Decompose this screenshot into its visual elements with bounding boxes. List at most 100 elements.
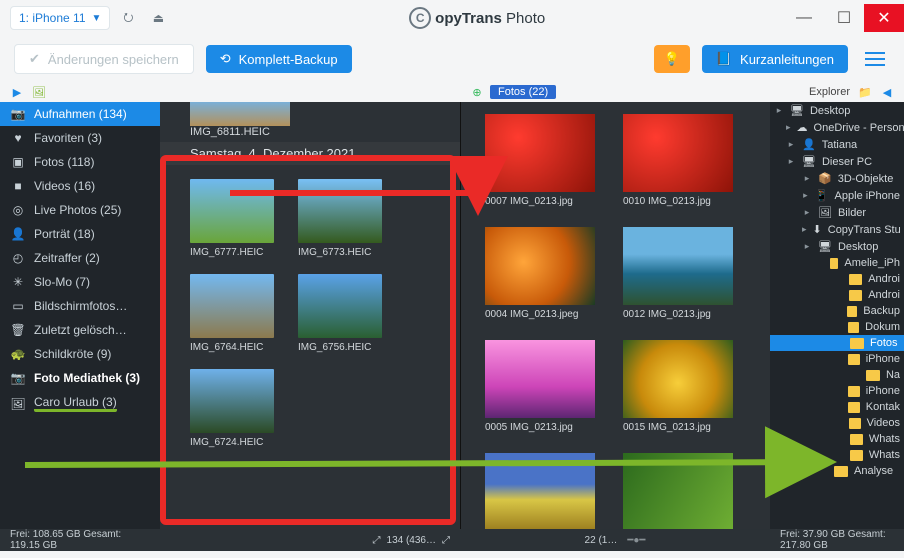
tree-node[interactable]: ▸📱Apple iPhone bbox=[770, 187, 904, 204]
device-photo-pane[interactable]: IMG_6811.HEIC Samstag, 4. Dezember 2021 … bbox=[160, 102, 460, 529]
photo-thumb[interactable]: IMG_6724.HEIC bbox=[190, 369, 274, 448]
photo-thumb[interactable]: 0007 IMG_0213.jpg bbox=[485, 114, 595, 207]
photo-thumb[interactable]: IMG_6764.HEIC bbox=[190, 274, 274, 353]
photo-thumb[interactable]: 0015 IMG_0213.jpg bbox=[623, 340, 733, 433]
sidebar-item[interactable]: ◴Zeitraffer (2) bbox=[0, 246, 160, 270]
tree-node-label: iPhone bbox=[866, 385, 900, 397]
maximize-button[interactable]: ☐ bbox=[824, 4, 864, 32]
photo-thumb[interactable]: 0010 IMG_0213.jpg bbox=[623, 114, 733, 207]
tree-node[interactable]: ▸☁OneDrive - Person bbox=[770, 119, 904, 136]
target-photo-pane[interactable]: 0007 IMG_0213.jpg 0010 IMG_0213.jpg 0004 I… bbox=[460, 102, 770, 529]
sidebar-item-label: Live Photos (25) bbox=[34, 203, 121, 217]
sidebar-item[interactable]: ▭Bildschirmfotos… bbox=[0, 294, 160, 318]
photo-thumb[interactable]: 0003 IMG_0213.jpg bbox=[485, 453, 595, 529]
tree-node[interactable]: iPhone bbox=[770, 351, 904, 367]
tree-twisty-icon[interactable]: ▸ bbox=[786, 139, 796, 150]
minimize-button[interactable]: — bbox=[784, 4, 824, 32]
tree-node-label: 3D-Objekte bbox=[838, 173, 894, 185]
explorer-tree[interactable]: ▸🖥Desktop▸☁OneDrive - Person▸👤Tatiana▸🖥D… bbox=[770, 102, 904, 529]
device-selector[interactable]: 1: iPhone 11 ▼ bbox=[10, 6, 110, 30]
thumb[interactable] bbox=[190, 102, 290, 126]
tree-node[interactable]: Videos bbox=[770, 415, 904, 431]
tree-node[interactable]: iPhone bbox=[770, 383, 904, 399]
full-backup-button[interactable]: ⟲ Komplett-Backup bbox=[206, 45, 352, 73]
tree-twisty-icon[interactable]: ▸ bbox=[802, 207, 812, 218]
sidebar-item[interactable]: 👤Porträt (18) bbox=[0, 222, 160, 246]
thumb-image bbox=[298, 179, 382, 243]
tree-node[interactable]: Kontak bbox=[770, 399, 904, 415]
hint-button[interactable]: 💡 bbox=[654, 45, 690, 73]
sidebar-item-label: Favoriten (3) bbox=[34, 131, 102, 145]
tree-node[interactable]: ▸⬇CopyTrans Stu bbox=[770, 221, 904, 238]
expand-icon[interactable]: ⤢ bbox=[373, 535, 381, 546]
tree-node[interactable]: Na bbox=[770, 367, 904, 383]
tree-node[interactable]: Whats bbox=[770, 447, 904, 463]
sidebar-icon: ▭ bbox=[10, 299, 26, 313]
sidebar-icon: ■ bbox=[10, 179, 26, 193]
tree-node-label: Videos bbox=[867, 417, 900, 429]
play-icon[interactable]: ▶ bbox=[10, 85, 24, 99]
tree-node[interactable]: Fotos bbox=[770, 335, 904, 351]
tree-twisty-icon[interactable]: ▸ bbox=[786, 156, 796, 167]
expand-icon[interactable]: ⤢ bbox=[442, 535, 450, 546]
status-selection: 22 (1… bbox=[585, 535, 618, 546]
sidebar-item[interactable]: 📷Foto Mediathek (3) bbox=[0, 366, 160, 390]
sidebar-icon: ◴ bbox=[10, 251, 26, 265]
tree-node[interactable]: ▸👤Tatiana bbox=[770, 136, 904, 153]
tree-node[interactable]: Dokum bbox=[770, 319, 904, 335]
photo-thumb[interactable]: 0012 IMG_0213.jpg bbox=[623, 227, 733, 320]
tree-node[interactable]: ▸🖥Desktop bbox=[770, 102, 904, 119]
tree-node[interactable]: Androi bbox=[770, 287, 904, 303]
thumb-label: 0012 IMG_0213.jpg bbox=[623, 309, 733, 320]
tree-node[interactable]: Androi bbox=[770, 271, 904, 287]
tree-twisty-icon[interactable]: ▸ bbox=[802, 224, 807, 235]
add-icon[interactable]: ⊕ bbox=[470, 85, 484, 99]
fotos-chip[interactable]: Fotos (22) bbox=[490, 85, 556, 99]
photo-thumb[interactable]: 0006 IMG_0213.jpg bbox=[623, 453, 733, 529]
tree-node[interactable]: Backup bbox=[770, 303, 904, 319]
tree-twisty-icon[interactable]: ▸ bbox=[802, 190, 809, 201]
thumb-image bbox=[190, 274, 274, 338]
sidebar-item[interactable]: 🗑Zuletzt gelösch… bbox=[0, 318, 160, 342]
collapse-panel-icon[interactable]: ◀ bbox=[880, 85, 894, 99]
sidebar[interactable]: 📷Aufnahmen (134)♥Favoriten (3)▣Fotos (11… bbox=[0, 102, 160, 529]
sidebar-icon: ✳ bbox=[10, 275, 26, 289]
tree-twisty-icon[interactable]: ▸ bbox=[786, 122, 791, 133]
picture-icon[interactable]: 🖼 bbox=[32, 85, 46, 99]
tree-node-label: Dokum bbox=[865, 321, 900, 333]
tree-node[interactable]: ▸🖥Desktop bbox=[770, 238, 904, 255]
photo-thumb[interactable]: 0004 IMG_0213.jpeg bbox=[485, 227, 595, 320]
header-strip: ▶ 🖼 ⊕ Fotos (22) Explorer 📁 ◀ bbox=[0, 82, 904, 102]
thumb-label: 0004 IMG_0213.jpeg bbox=[485, 309, 595, 320]
photo-thumb[interactable]: 0005 IMG_0213.jpg bbox=[485, 340, 595, 433]
tree-twisty-icon[interactable]: ▸ bbox=[774, 105, 784, 116]
photo-thumb[interactable]: IMG_6773.HEIC bbox=[298, 179, 382, 258]
photo-thumb[interactable]: IMG_6777.HEIC bbox=[190, 179, 274, 258]
eject-icon[interactable]: ⏏ bbox=[146, 6, 170, 30]
tree-node[interactable]: ▸📦3D-Objekte bbox=[770, 170, 904, 187]
refresh-icon[interactable]: ⭮ bbox=[116, 6, 140, 30]
thumb-image bbox=[485, 453, 595, 529]
sidebar-item[interactable]: ▣Fotos (118) bbox=[0, 150, 160, 174]
photo-thumb[interactable]: IMG_6756.HEIC bbox=[298, 274, 382, 353]
tree-node[interactable]: ▸🖥Dieser PC bbox=[770, 153, 904, 170]
sidebar-item[interactable]: ■Videos (16) bbox=[0, 174, 160, 198]
close-button[interactable]: ✕ bbox=[864, 4, 904, 32]
sidebar-item[interactable]: 🖼Caro Urlaub (3) bbox=[0, 390, 160, 417]
tree-node[interactable]: Analyse bbox=[770, 463, 904, 479]
menu-button[interactable] bbox=[860, 52, 890, 66]
tree-node[interactable]: Whats bbox=[770, 431, 904, 447]
quick-guides-button[interactable]: 📘 Kurzanleitungen bbox=[702, 45, 848, 73]
sidebar-item[interactable]: 📷Aufnahmen (134) bbox=[0, 102, 160, 126]
sidebar-item[interactable]: ♥Favoriten (3) bbox=[0, 126, 160, 150]
tree-twisty-icon[interactable]: ▸ bbox=[802, 241, 812, 252]
tree-node[interactable]: ▸🖼Bilder bbox=[770, 204, 904, 221]
folder-icon[interactable]: 📁 bbox=[858, 85, 872, 99]
sidebar-item[interactable]: ✳Slo-Mo (7) bbox=[0, 270, 160, 294]
sidebar-item[interactable]: 🐢Schildkröte (9) bbox=[0, 342, 160, 366]
book-icon: 📘 bbox=[716, 51, 732, 67]
app-title: C opyTrans Photo bbox=[170, 7, 784, 29]
sidebar-item[interactable]: ◎Live Photos (25) bbox=[0, 198, 160, 222]
tree-twisty-icon[interactable]: ▸ bbox=[802, 173, 812, 184]
tree-node[interactable]: Amelie_iPh bbox=[770, 255, 904, 271]
